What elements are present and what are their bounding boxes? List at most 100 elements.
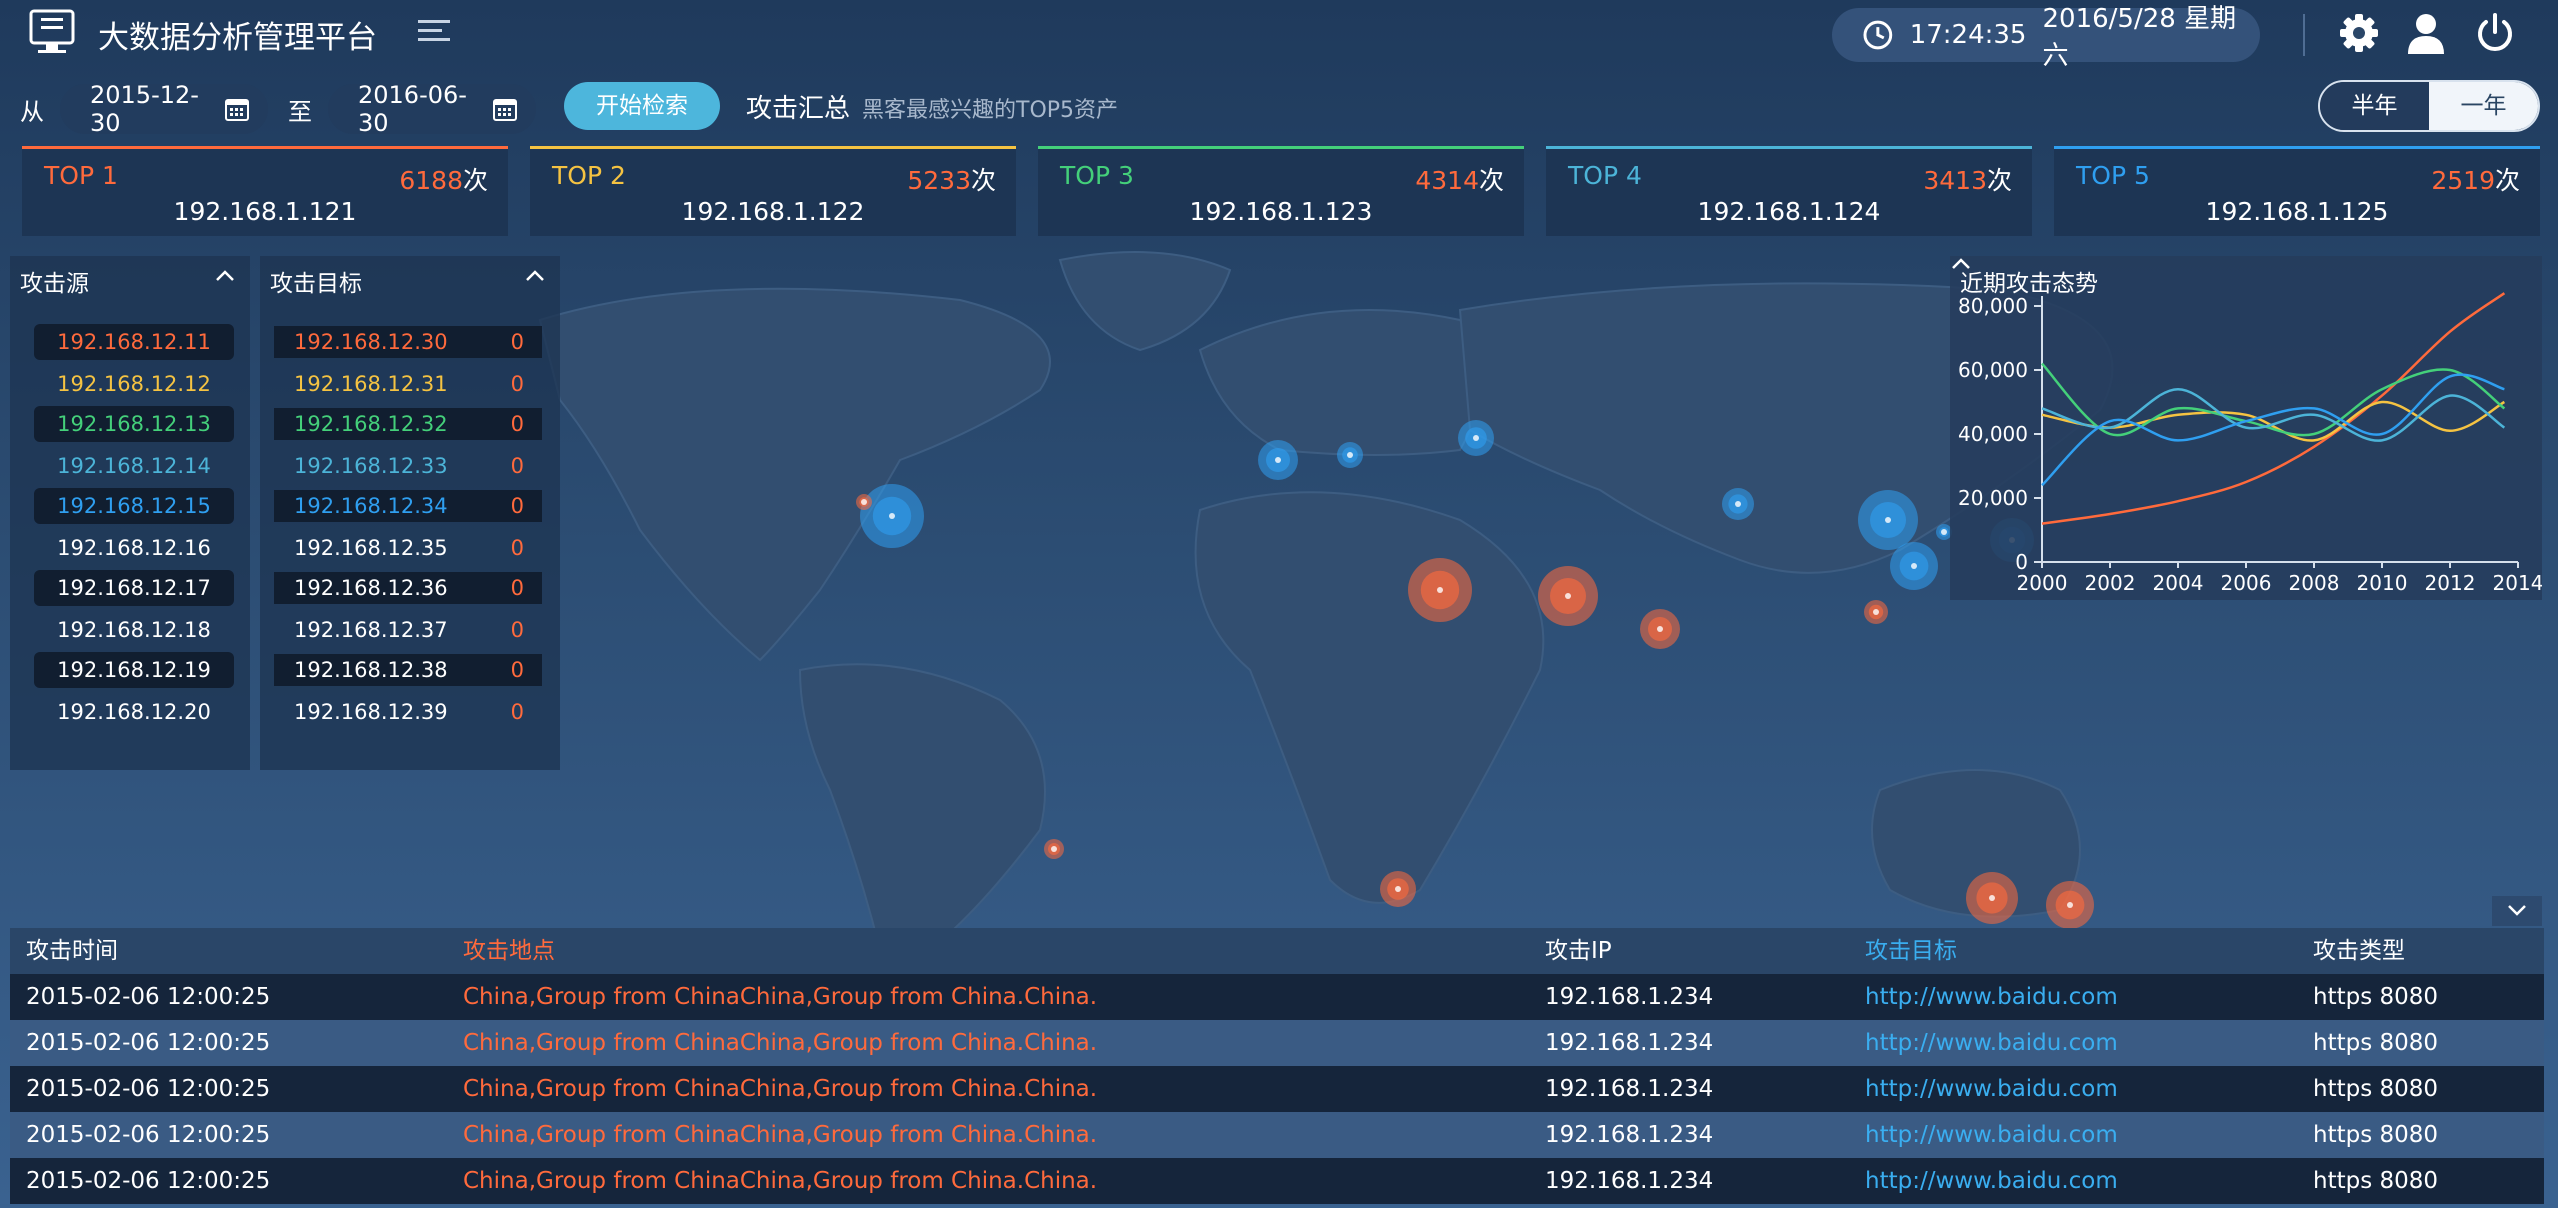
cell-target-link[interactable]: http://www.baidu.com — [1865, 1066, 2118, 1112]
table-row[interactable]: 2015-02-06 12:00:25 China,Group from Chi… — [10, 1066, 2544, 1112]
attack-location-marker[interactable] — [2046, 881, 2094, 929]
cell-target-link[interactable]: http://www.baidu.com — [1865, 1158, 2118, 1204]
header-attack-time[interactable]: 攻击时间 — [26, 928, 118, 974]
range-one-year-button[interactable]: 一年 — [2429, 82, 2538, 130]
table-row[interactable]: 2015-02-06 12:00:25 China,Group from Chi… — [10, 974, 2544, 1020]
source-item[interactable]: 192.168.12.20 — [34, 694, 234, 730]
target-item[interactable]: 192.168.12.30 0 — [274, 326, 542, 358]
top-card[interactable]: TOP 2 5233次 192.168.1.122 — [530, 146, 1016, 236]
attack-source-title: 攻击源 — [20, 271, 89, 297]
top-card-ip: 192.168.1.124 — [1697, 197, 1881, 226]
attack-location-marker[interactable] — [1458, 420, 1494, 456]
cell-ip: 192.168.1.234 — [1545, 1122, 1714, 1148]
x-tick-label: 2000 — [2017, 571, 2068, 595]
cell-target-link[interactable]: http://www.baidu.com — [1865, 1020, 2118, 1066]
attack-summary-subtitle: 黑客最感兴趣的TOP5资产 — [862, 98, 1119, 123]
cell-time: 2015-02-06 12:00:25 — [26, 1076, 271, 1102]
source-item[interactable]: 192.168.12.13 — [34, 406, 234, 442]
top-card[interactable]: TOP 5 2519次 192.168.1.125 — [2054, 146, 2540, 236]
source-item[interactable]: 192.168.12.18 — [34, 612, 234, 648]
cell-place: China,Group from ChinaChina,Group from C… — [463, 984, 1098, 1010]
map-greenland — [1058, 251, 1232, 352]
target-item[interactable]: 192.168.12.32 0 — [274, 408, 542, 440]
top-card-count-unit: 次 — [1478, 166, 1504, 195]
target-value: 0 — [510, 618, 524, 642]
gear-icon[interactable] — [2338, 12, 2380, 54]
attack-location-marker[interactable] — [1890, 542, 1938, 590]
top-card-count: 4314次 — [1415, 161, 1504, 197]
header-attack-target[interactable]: 攻击目标 — [1865, 928, 1957, 974]
target-ip: 192.168.12.36 — [294, 576, 448, 600]
date-to-field[interactable]: 2016-06-30 — [328, 81, 536, 137]
attack-location-marker[interactable] — [1044, 839, 1064, 859]
y-tick-label: 80,000 — [1958, 294, 2028, 318]
table-row[interactable]: 2015-02-06 12:00:25 China,Group from Chi… — [10, 1020, 2544, 1066]
target-item[interactable]: 192.168.12.35 0 — [274, 532, 542, 564]
header-attack-type[interactable]: 攻击类型 — [2313, 928, 2405, 974]
target-value: 0 — [510, 536, 524, 560]
date-from-field[interactable]: 2015-12-30 — [60, 81, 268, 137]
chevron-down-icon[interactable] — [2492, 896, 2542, 926]
source-item[interactable]: 192.168.12.19 — [34, 652, 234, 688]
attack-location-marker[interactable] — [1966, 872, 2018, 924]
attack-location-marker[interactable] — [1538, 566, 1598, 626]
map-europe — [1198, 309, 1481, 456]
top-card-count-unit: 次 — [970, 166, 996, 195]
attack-location-marker[interactable] — [1380, 871, 1416, 907]
source-item[interactable]: 192.168.12.14 — [34, 448, 234, 484]
header-attack-place[interactable]: 攻击地点 — [463, 928, 555, 974]
top-card-rank: TOP 5 — [2076, 161, 2150, 190]
target-item[interactable]: 192.168.12.34 0 — [274, 490, 542, 522]
attack-location-marker[interactable] — [1864, 600, 1888, 624]
target-item[interactable]: 192.168.12.36 0 — [274, 572, 542, 604]
user-icon[interactable] — [2406, 12, 2446, 54]
cell-time: 2015-02-06 12:00:25 — [26, 1122, 271, 1148]
range-half-year-button[interactable]: 半年 — [2320, 82, 2429, 130]
header-attack-ip[interactable]: 攻击IP — [1545, 928, 1612, 974]
table-row[interactable]: 2015-02-06 12:00:25 China,Group from Chi… — [10, 1158, 2544, 1204]
target-item[interactable]: 192.168.12.33 0 — [274, 450, 542, 482]
x-tick-label: 2004 — [2153, 571, 2204, 595]
cell-target-link[interactable]: http://www.baidu.com — [1865, 1112, 2118, 1158]
source-item[interactable]: 192.168.12.17 — [34, 570, 234, 606]
table-row[interactable]: 2015-02-06 12:00:25 China,Group from Chi… — [10, 1112, 2544, 1158]
calendar-icon[interactable] — [492, 96, 518, 122]
attack-location-marker[interactable] — [860, 484, 924, 548]
cell-target-link[interactable]: http://www.baidu.com — [1865, 974, 2118, 1020]
cell-type: https 8080 — [2313, 1122, 2439, 1148]
attack-location-marker[interactable] — [856, 494, 872, 510]
target-value: 0 — [510, 412, 524, 436]
top-card-count: 6188次 — [399, 161, 488, 197]
top-card-count: 3413次 — [1923, 161, 2012, 197]
top-card[interactable]: TOP 1 6188次 192.168.1.121 — [22, 146, 508, 236]
chevron-up-icon[interactable] — [524, 268, 546, 284]
target-item[interactable]: 192.168.12.31 0 — [274, 368, 542, 400]
chevron-up-icon[interactable] — [214, 268, 236, 284]
attack-location-marker[interactable] — [1408, 558, 1472, 622]
top-card[interactable]: TOP 3 4314次 192.168.1.123 — [1038, 146, 1524, 236]
menu-icon[interactable] — [416, 16, 452, 48]
target-ip: 192.168.12.34 — [294, 494, 448, 518]
attack-location-marker[interactable] — [1722, 488, 1754, 520]
target-item[interactable]: 192.168.12.39 0 — [274, 696, 542, 728]
source-item[interactable]: 192.168.12.16 — [34, 530, 234, 566]
start-search-button[interactable]: 开始检索 — [564, 82, 720, 130]
attack-location-marker[interactable] — [1258, 440, 1298, 480]
target-ip: 192.168.12.30 — [294, 330, 448, 354]
attack-location-marker[interactable] — [1858, 490, 1918, 550]
source-item[interactable]: 192.168.12.11 — [34, 324, 234, 360]
target-value: 0 — [510, 372, 524, 396]
attack-location-marker[interactable] — [1337, 442, 1363, 468]
top-card[interactable]: TOP 4 3413次 192.168.1.124 — [1546, 146, 2032, 236]
attack-target-title: 攻击目标 — [270, 271, 362, 297]
top-card-ip: 192.168.1.125 — [2205, 197, 2389, 226]
power-icon[interactable] — [2474, 12, 2516, 54]
target-item[interactable]: 192.168.12.37 0 — [274, 614, 542, 646]
source-item[interactable]: 192.168.12.15 — [34, 488, 234, 524]
attack-location-marker[interactable] — [1640, 609, 1680, 649]
x-tick-label: 2014 — [2493, 571, 2542, 595]
cell-place: China,Group from ChinaChina,Group from C… — [463, 1122, 1098, 1148]
source-item[interactable]: 192.168.12.12 — [34, 366, 234, 402]
target-item[interactable]: 192.168.12.38 0 — [274, 654, 542, 686]
calendar-icon[interactable] — [224, 96, 250, 122]
